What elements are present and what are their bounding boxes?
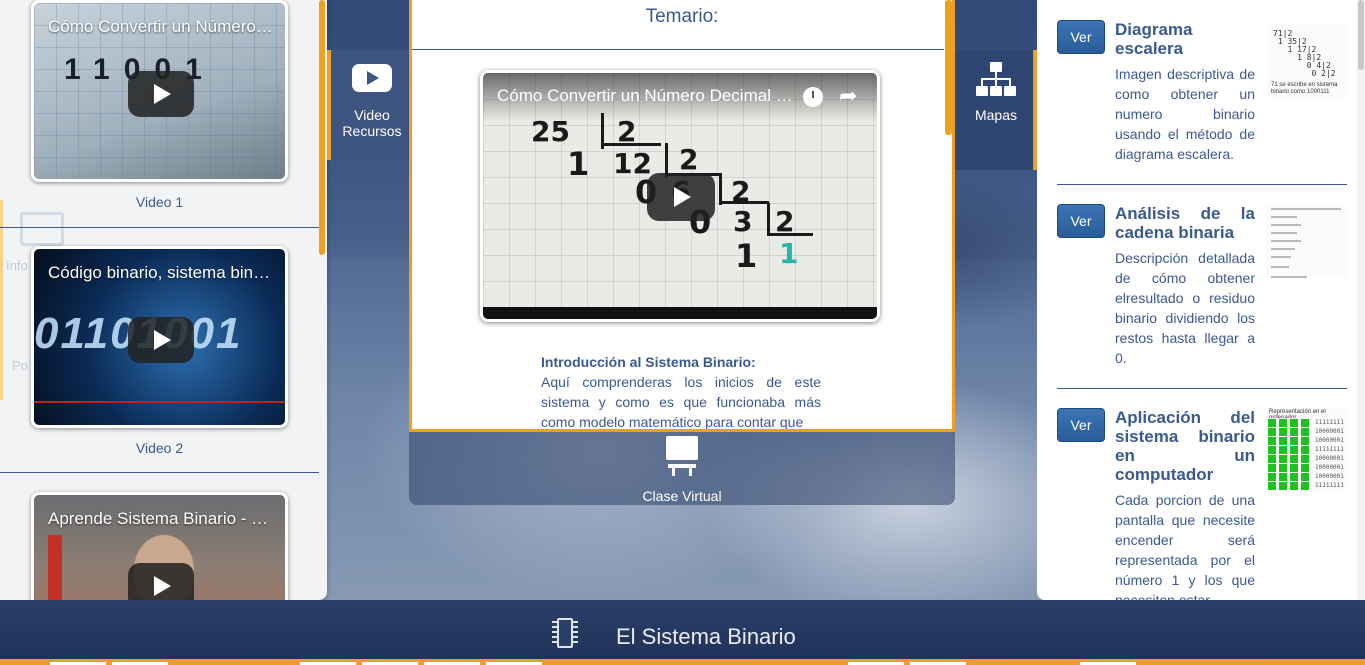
play-icon[interactable] — [128, 563, 194, 600]
temario-panel[interactable]: Temario: 25 2 1 12 2 0 6 2 0 3 2 1 1 Cóm… — [409, 0, 955, 432]
page-title: Temario: — [645, 6, 719, 27]
item-description: Imagen descriptiva de como obtener un nu… — [1115, 66, 1255, 162]
tab-video-recursos[interactable]: Video Recursos — [327, 50, 409, 160]
play-icon[interactable] — [647, 173, 715, 221]
video-item-2[interactable]: 01101001 Código binario, sistema binario… — [31, 246, 288, 456]
item-description: Descripción detallada de cómo obtener el… — [1115, 250, 1255, 366]
video-thumbnail[interactable]: 01101001 Código binario, sistema binario — [31, 246, 288, 428]
item-title: Análisis de la cadena binaria — [1115, 204, 1255, 242]
intro-body: Aquí comprenderas los inicios de este si… — [541, 374, 821, 430]
scrollbar[interactable] — [1357, 0, 1365, 600]
ver-button[interactable]: Ver — [1057, 20, 1105, 54]
tab-mapas[interactable]: Mapas — [955, 50, 1037, 170]
video-thumbnail[interactable]: 11001 Cómo Convertir un Número Decimal a… — [31, 0, 288, 182]
watch-later-icon[interactable] — [803, 87, 823, 107]
video-title: Cómo Convertir un Número Decimal a Binar… — [497, 86, 797, 105]
item-description: Cada porcion de una pantalla que necesit… — [1115, 492, 1255, 600]
item-title: Aplicación del sistema binario en un com… — [1115, 408, 1255, 484]
footer-bar: El Sistema Binario — [0, 600, 1365, 665]
video-title: Código binario, sistema binario — [48, 263, 275, 282]
video-title: Cómo Convertir un Número Decimal a Binar… — [48, 17, 275, 36]
image-icon — [20, 212, 64, 246]
youtube-play-icon — [352, 64, 392, 92]
tab-clase-virtual[interactable]: Clase Virtual — [409, 436, 955, 504]
item-title: Diagrama escalera — [1115, 20, 1193, 58]
divider — [412, 49, 944, 50]
video-control-bar[interactable] — [483, 307, 877, 319]
scrollbar[interactable] — [945, 0, 952, 135]
video-list-panel[interactable]: Info Po 11001 Cómo Convertir un Número D… — [0, 0, 327, 600]
scrollbar[interactable] — [319, 0, 325, 255]
ver-button[interactable]: Ver — [1057, 408, 1105, 442]
diagram-thumbnail[interactable] — [1267, 204, 1347, 278]
classroom-icon — [664, 436, 700, 476]
video-item-1[interactable]: 11001 Cómo Convertir un Número Decimal a… — [31, 0, 288, 210]
diagram-thumbnail[interactable]: Representación en el ordenador 111111111… — [1267, 408, 1347, 492]
video-thumbnail[interactable]: Aprende Sistema Binario - Explicación — [31, 492, 288, 600]
ver-button[interactable]: Ver — [1057, 204, 1105, 238]
app-title: El Sistema Binario — [616, 624, 796, 649]
intro-text: Introducción al Sistema Binario: Aquí co… — [541, 352, 821, 430]
video-title: Aprende Sistema Binario - Explicación — [48, 509, 275, 528]
play-icon[interactable] — [128, 317, 194, 363]
play-icon[interactable] — [128, 71, 194, 117]
sitemap-icon — [976, 62, 1016, 98]
share-icon[interactable]: ➦ — [839, 85, 857, 107]
video-label: Video 1 — [135, 194, 184, 210]
chip-icon — [552, 618, 578, 648]
intro-title: Introducción al Sistema Binario: — [541, 354, 756, 370]
maps-list-panel[interactable]: Ver Diagrama escalera Imagen descriptiva… — [1037, 0, 1365, 600]
divider — [0, 227, 319, 228]
video-label: Video 2 — [135, 440, 184, 456]
divider — [1057, 388, 1347, 389]
video-item-3[interactable]: Aprende Sistema Binario - Explicación — [31, 492, 288, 600]
embedded-video-player[interactable]: 25 2 1 12 2 0 6 2 0 3 2 1 1 Cómo Convert… — [480, 70, 880, 322]
divider — [1057, 184, 1347, 185]
diagram-thumbnail[interactable]: 71|2 1 35|2 1 17|2 1 8|2 0 4|2 0 2|2 71 … — [1267, 24, 1347, 98]
divider — [0, 472, 319, 473]
